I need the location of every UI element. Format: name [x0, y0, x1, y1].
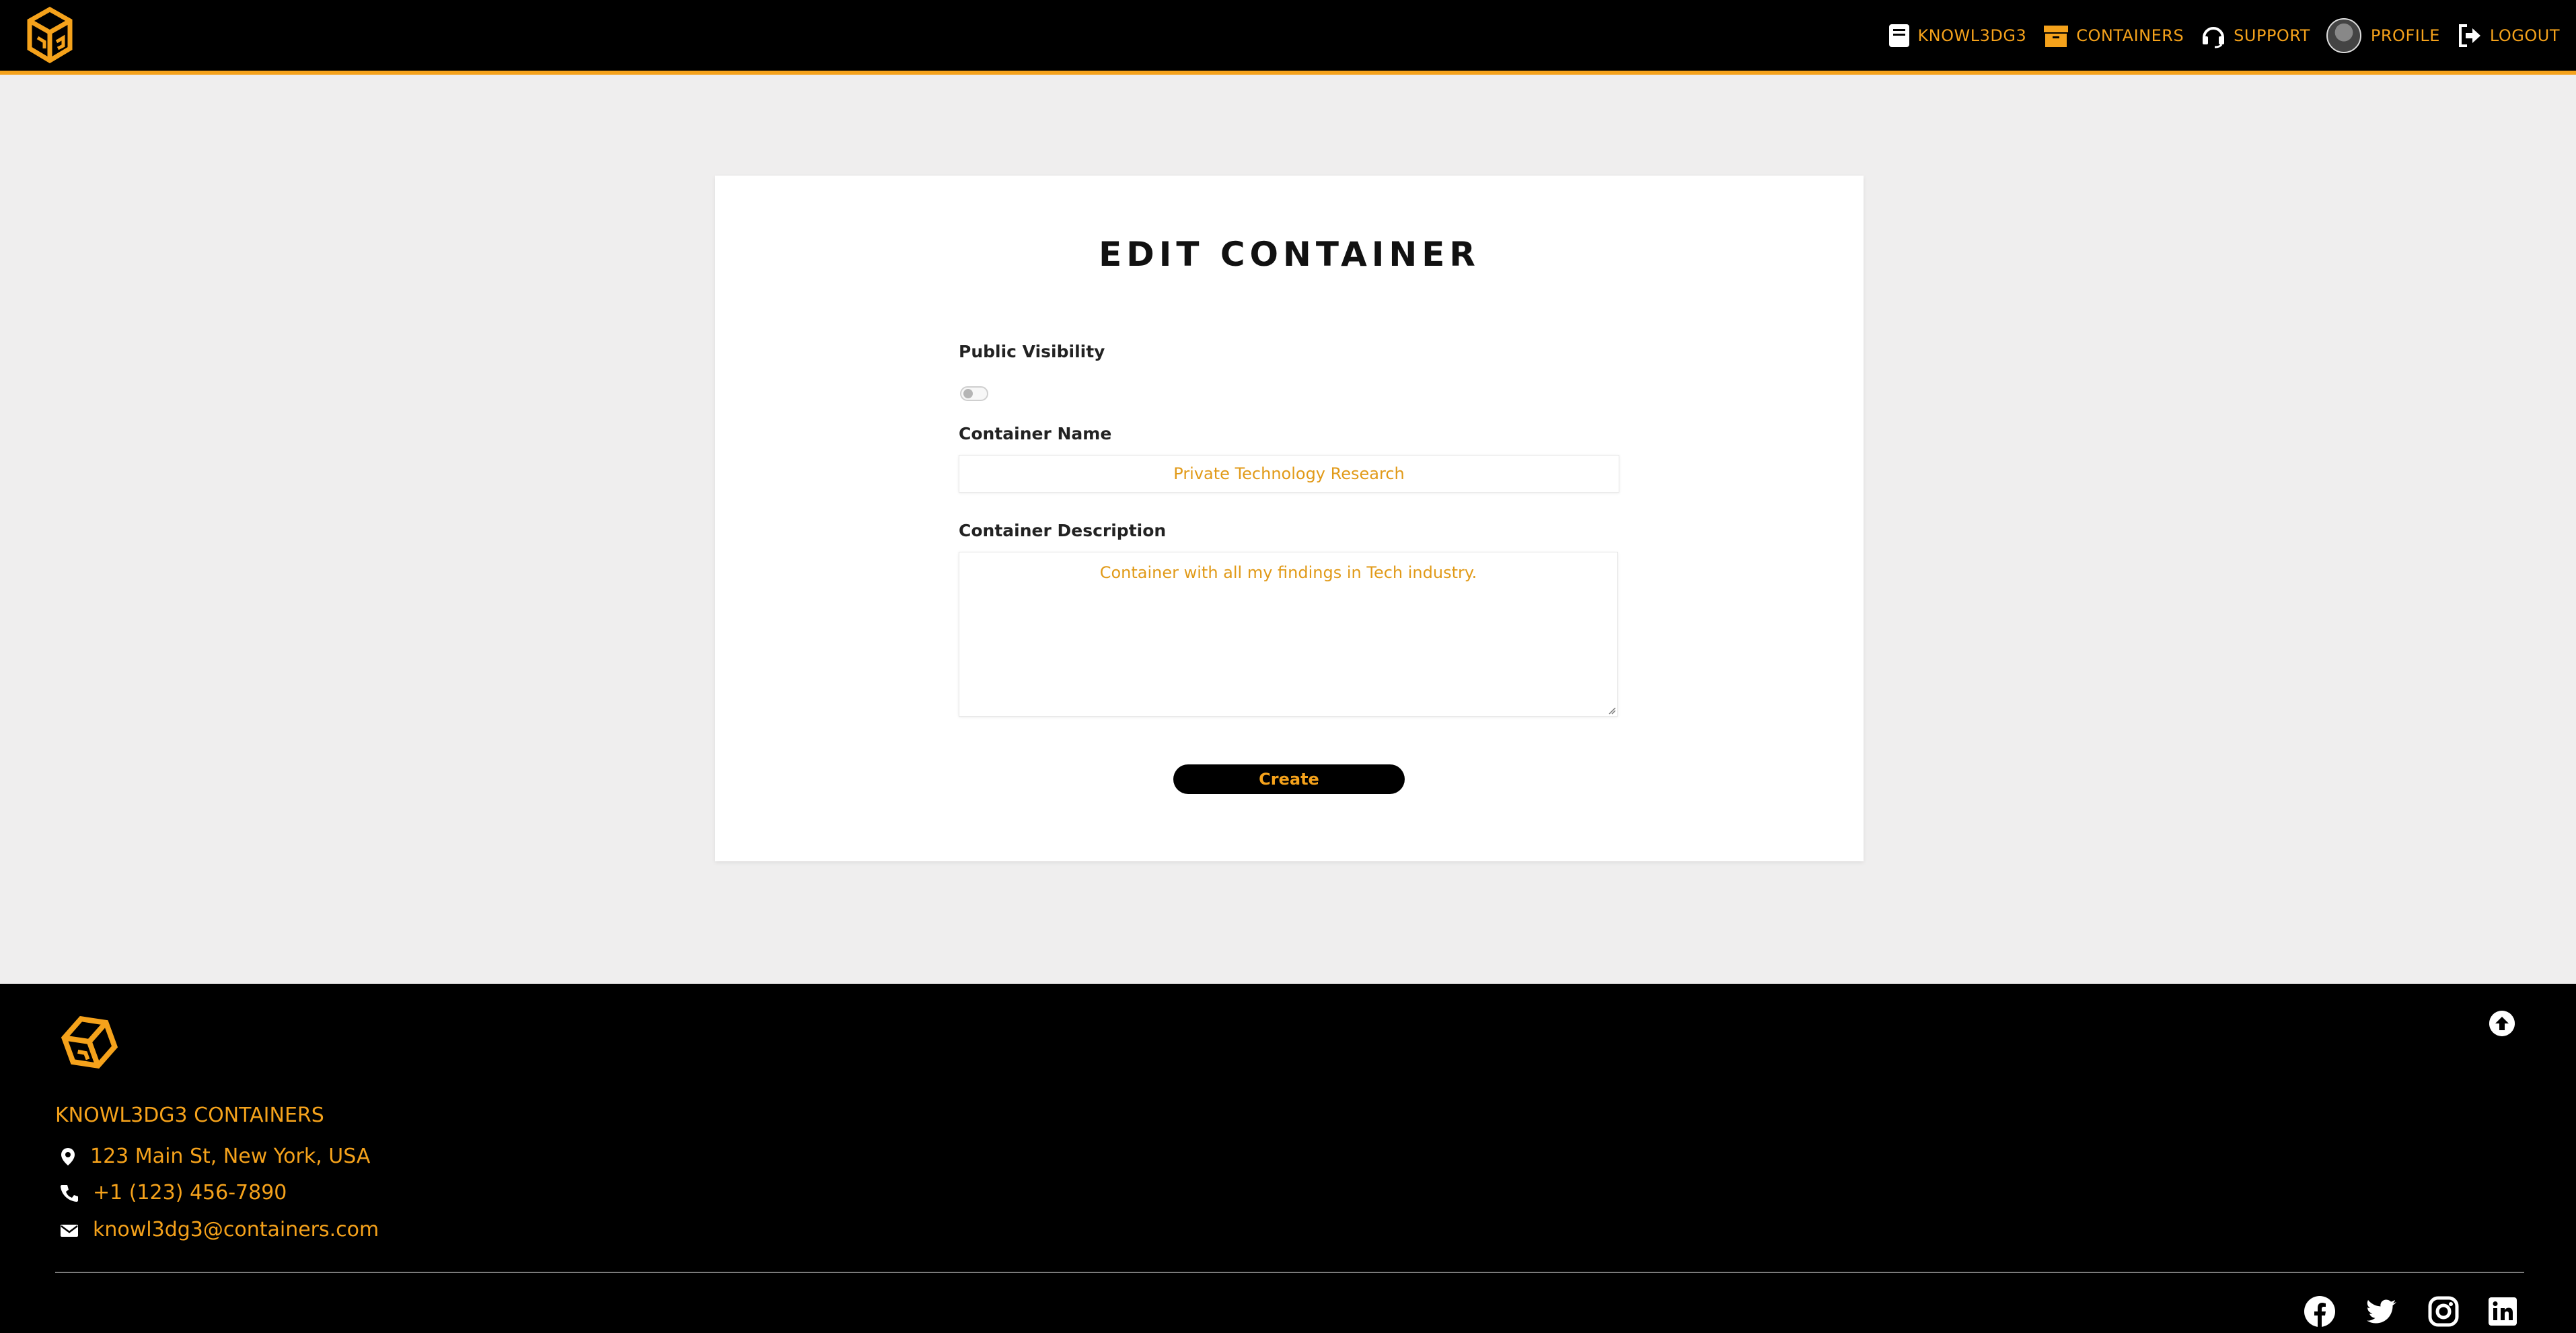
container-name-input[interactable]: Private Technology Research	[959, 455, 1619, 493]
headset-icon	[2203, 26, 2225, 48]
phone-row: +1 (123) 456-7890	[59, 1181, 287, 1204]
avatar	[2326, 17, 2361, 53]
twitter-icon[interactable]	[2365, 1295, 2398, 1328]
nav-logout[interactable]: LOGOUT	[2456, 23, 2560, 48]
nav-knowl3dg3[interactable]: KNOWL3DG3	[1888, 23, 2026, 48]
instagram-icon[interactable]	[2427, 1295, 2460, 1328]
nav-support[interactable]: SUPPORT	[2200, 23, 2310, 48]
page-title: EDIT CONTAINER	[1099, 235, 1480, 274]
edit-container-card: EDIT CONTAINER Public Visibility Contain…	[715, 176, 1864, 861]
phone-text[interactable]: +1 (123) 456-7890	[93, 1181, 287, 1204]
company-name: KNOWL3DG3 CONTAINERS	[55, 1104, 324, 1127]
footer: KNOWL3DG3 CONTAINERS 123 Main St, New Yo…	[0, 984, 2576, 1333]
footer-logo[interactable]	[59, 1012, 120, 1073]
nav-profile[interactable]: PROFILE	[2326, 17, 2440, 53]
create-button[interactable]: Create	[1173, 764, 1405, 794]
scroll-to-top-icon[interactable]	[2489, 1011, 2515, 1036]
brand-logo[interactable]	[26, 7, 74, 63]
book-icon	[1889, 24, 1910, 47]
logout-icon	[2458, 24, 2480, 47]
container-description-textarea[interactable]: Container with all my findings in Tech i…	[959, 552, 1618, 717]
container-description-label: Container Description	[959, 521, 1167, 540]
address-text: 123 Main St, New York, USA	[90, 1145, 371, 1168]
resize-grip-icon[interactable]	[1608, 707, 1616, 715]
email-row: knowl3dg3@containers.com	[59, 1218, 379, 1241]
public-visibility-label: Public Visibility	[959, 342, 1105, 361]
container-name-label: Container Name	[959, 424, 1112, 443]
address-row: 123 Main St, New York, USA	[59, 1145, 370, 1168]
nav-logout-label: LOGOUT	[2489, 26, 2560, 45]
footer-divider	[55, 1272, 2524, 1273]
nav-containers-label: CONTAINERS	[2076, 26, 2184, 45]
main-nav: KNOWL3DG3 CONTAINERS SUPPORT PROFILE LOG…	[1872, 0, 2560, 71]
toggle-knob	[963, 389, 973, 398]
linkedin-icon[interactable]	[2487, 1295, 2519, 1328]
facebook-icon[interactable]	[2304, 1295, 2336, 1328]
nav-support-label: SUPPORT	[2234, 26, 2310, 45]
public-visibility-toggle[interactable]	[960, 386, 988, 401]
top-navbar: KNOWL3DG3 CONTAINERS SUPPORT PROFILE LOG…	[0, 0, 2576, 75]
box-icon	[2044, 25, 2069, 47]
nav-knowl3dg3-label: KNOWL3DG3	[1917, 26, 2027, 45]
envelope-icon	[61, 1224, 78, 1237]
nav-containers[interactable]: CONTAINERS	[2043, 23, 2184, 48]
phone-icon	[61, 1184, 78, 1202]
container-description-text: Container with all my findings in Tech i…	[1099, 563, 1477, 582]
nav-profile-label: PROFILE	[2370, 26, 2440, 45]
email-text[interactable]: knowl3dg3@containers.com	[93, 1218, 379, 1241]
location-pin-icon	[61, 1147, 75, 1165]
